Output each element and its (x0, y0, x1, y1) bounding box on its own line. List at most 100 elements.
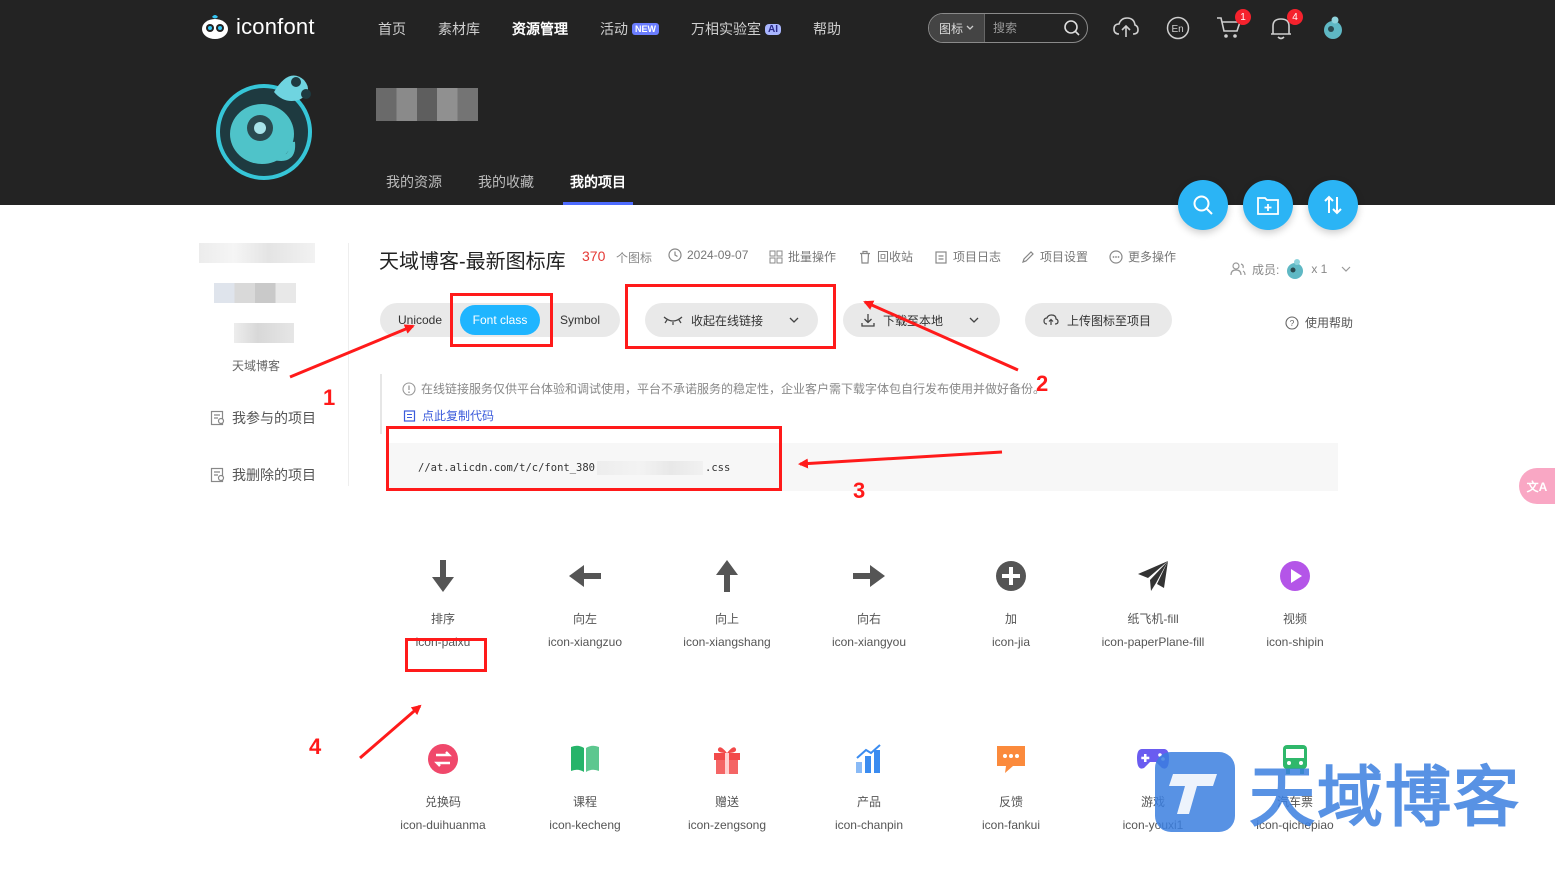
sidebar-blurred-line (214, 283, 296, 303)
arrow-down-icon (378, 556, 508, 596)
more-actions-button[interactable]: 更多操作 (1109, 248, 1176, 265)
icon-card[interactable]: 向右 icon-xiangyou (804, 556, 934, 649)
project-title: 天域博客-最新图标库 (379, 251, 566, 273)
icon-name: 课程 (572, 795, 597, 809)
recycle-bin-button[interactable]: 回收站 (858, 248, 913, 265)
upload-cloud-icon[interactable] (1113, 15, 1139, 41)
icon-card[interactable]: 产品 icon-chanpin (804, 739, 934, 832)
new-badge: NEW (632, 23, 659, 35)
icon-class-name: icon-paperPlane-fill (1101, 635, 1205, 649)
translate-tab-button[interactable]: 文A (1519, 468, 1555, 504)
sidebar-joined-projects[interactable]: 我参与的项目 (210, 408, 316, 428)
icon-count-unit: 个图标 (616, 251, 653, 265)
icon-card[interactable]: 向左 icon-xiangzuo (520, 556, 650, 649)
search-box: 图标 (928, 13, 1088, 43)
icon-class-name: icon-fankui (981, 818, 1041, 832)
icon-card[interactable]: 排序 icon-paixu (378, 556, 508, 649)
nav-label: 活动 (600, 21, 628, 37)
download-local-button[interactable]: 下载至本地 (843, 303, 1000, 337)
user-group-icon (1230, 262, 1246, 276)
nav-resource-management[interactable]: 资源管理 (512, 19, 568, 39)
icon-card[interactable]: 赠送 icon-zengsong (662, 739, 792, 832)
cart-count-badge: 1 (1235, 9, 1251, 25)
tab-unicode[interactable]: Unicode (392, 303, 448, 337)
sidebar-deleted-projects[interactable]: 我删除的项目 (210, 465, 316, 485)
icon-card[interactable]: 反馈 icon-fankui (946, 739, 1076, 832)
sidebar-username: 天域博客 (232, 359, 281, 373)
icon-card[interactable]: 课程 icon-kecheng (520, 739, 650, 832)
members-info[interactable]: 成员: x 1 (1230, 258, 1351, 280)
user-avatar-icon[interactable] (1320, 15, 1346, 41)
notification-count-badge: 4 (1287, 9, 1303, 25)
annotation-box-css-link (386, 426, 782, 491)
icon-class-name: icon-duihuanma (400, 818, 486, 832)
nav-help[interactable]: 帮助 (813, 19, 841, 39)
nav-activity[interactable]: 活动 NEW (600, 19, 659, 39)
tab-my-projects[interactable]: 我的项目 (563, 172, 633, 205)
usage-help-link[interactable]: ? 使用帮助 (1285, 314, 1353, 331)
sidebar-link-label: 我删除的项目 (232, 467, 316, 483)
bell-icon[interactable]: 4 (1268, 9, 1303, 41)
icon-name: 向右 (856, 612, 881, 626)
grid-icon (769, 250, 783, 263)
icon-name: 向左 (572, 612, 597, 626)
batch-operation-button[interactable]: 批量操作 (769, 248, 836, 265)
question-circle-icon: ? (1285, 315, 1299, 330)
feedback-icon (946, 739, 1076, 779)
notice-text: 在线链接服务仅供平台体验和调试使用，平台不承诺服务的稳定性，企业客户需下载字体包… (421, 382, 1046, 396)
sort-fab-button[interactable] (1308, 180, 1358, 230)
icon-card[interactable]: 兑换码 icon-duihuanma (378, 739, 508, 832)
members-label: 成员: (1252, 262, 1280, 277)
search-type-dropdown[interactable]: 图标 (929, 14, 985, 42)
icon-name: 加 (1004, 612, 1017, 626)
language-en-icon[interactable]: En (1165, 15, 1191, 41)
chevron-down-icon (966, 25, 974, 30)
exchange-icon (378, 739, 508, 779)
iconfont-logo[interactable]: iconfont (200, 14, 315, 40)
nav-home[interactable]: 首页 (378, 19, 406, 39)
search-input[interactable] (985, 21, 1057, 35)
icon-name: 反馈 (998, 795, 1023, 809)
sidebar-blurred-line (199, 243, 315, 263)
meta-label: 批量操作 (788, 250, 837, 264)
upload-cloud-icon (1043, 314, 1059, 325)
project-settings-button[interactable]: 项目设置 (1021, 248, 1088, 265)
search-icon[interactable] (1057, 19, 1087, 37)
annotation-box-online-link (625, 284, 836, 349)
online-link-notice: 在线链接服务仅供平台体验和调试使用，平台不承诺服务的稳定性，企业客户需下载字体包… (402, 380, 1045, 397)
icon-card[interactable]: 加 icon-jia (946, 556, 1076, 649)
tab-my-resources[interactable]: 我的资源 (386, 172, 442, 205)
icon-card[interactable]: 视频 icon-shipin (1230, 556, 1360, 649)
tab-label: Unicode (397, 313, 443, 327)
nav-lab[interactable]: 万相实验室 AI (691, 19, 781, 39)
copy-icon (403, 409, 416, 422)
tab-label: Symbol (559, 313, 600, 327)
cart-icon[interactable]: 1 (1216, 9, 1251, 41)
copy-code-link[interactable]: 点此复制代码 (403, 407, 494, 424)
sub-nav: 我的资源 我的收藏 我的项目 (386, 172, 662, 205)
icon-card[interactable]: 向上 icon-xiangshang (662, 556, 792, 649)
trash-icon (860, 250, 870, 264)
main-nav: 首页 素材库 资源管理 活动 NEW 万相实验室 AI 帮助 (378, 19, 873, 39)
icon-name: 排序 (430, 612, 455, 626)
icon-name: 兑换码 (424, 795, 461, 809)
tab-my-favorites[interactable]: 我的收藏 (478, 172, 534, 205)
annotation-box-class-name (405, 638, 487, 672)
meta-label: 2024-09-07 (687, 248, 749, 262)
icon-name: 纸飞机-fill (1127, 612, 1179, 626)
download-icon (861, 314, 875, 327)
meta-label: 项目设置 (1040, 250, 1089, 264)
meta-label: 更多操作 (1128, 250, 1177, 264)
sidebar-blurred-line (234, 323, 294, 343)
project-log-button[interactable]: 项目日志 (934, 248, 1001, 265)
tab-symbol[interactable]: Symbol (552, 303, 608, 337)
nav-library[interactable]: 素材库 (438, 19, 480, 39)
annotation-number-1: 1 (323, 385, 336, 410)
icon-name: 赠送 (714, 795, 739, 809)
new-folder-fab-button[interactable] (1243, 180, 1293, 230)
nav-label: 帮助 (813, 21, 841, 37)
upload-icons-button[interactable]: 上传图标至项目 (1025, 303, 1172, 337)
icon-card[interactable]: 纸飞机-fill icon-paperPlane-fill (1088, 556, 1218, 649)
watermark: 天域博客 (1155, 744, 1521, 840)
search-fab-button[interactable] (1178, 180, 1228, 230)
